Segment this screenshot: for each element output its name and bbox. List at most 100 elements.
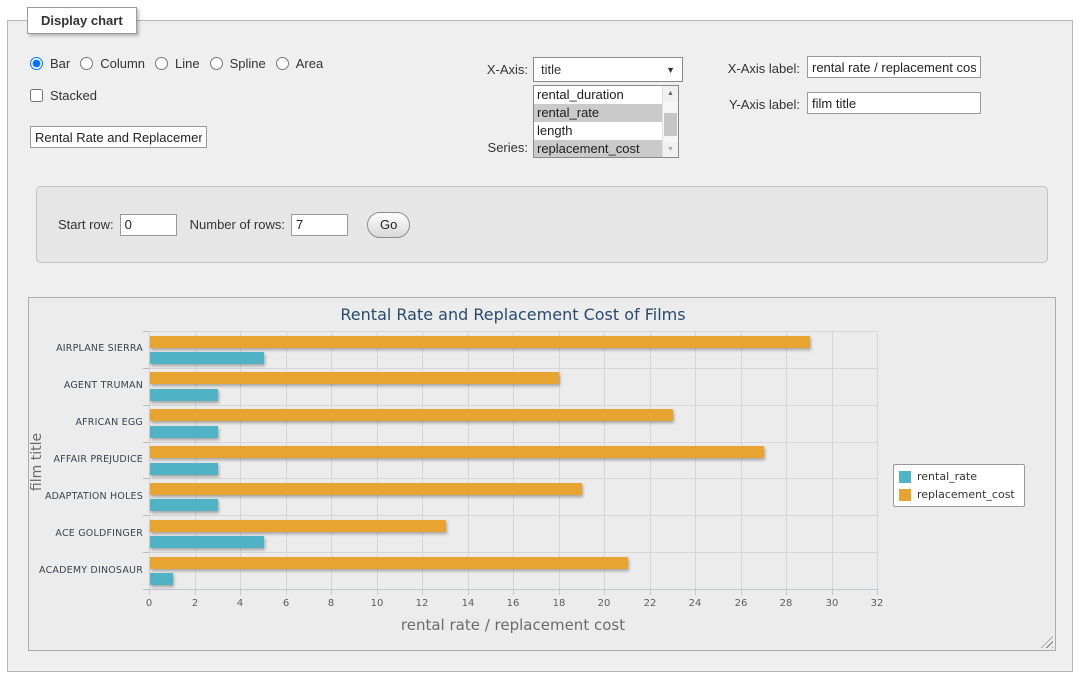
chart-type-label-bar: Bar (50, 56, 70, 71)
x-axis-title: rental rate / replacement cost (149, 616, 877, 634)
gridline-vertical (331, 331, 332, 589)
x-axis-select-label: X-Axis: (440, 62, 528, 77)
gridline-vertical (195, 331, 196, 589)
x-tick-label: 28 (768, 598, 804, 609)
x-tick-label: 20 (586, 598, 622, 609)
x-axis-label-input[interactable] (807, 56, 981, 78)
x-axis-select[interactable]: title ▼ (533, 57, 683, 82)
chart-title-input[interactable] (30, 126, 207, 148)
series-scrollbar[interactable]: ▲ ▼ (662, 86, 678, 157)
gridline-horizontal (149, 331, 877, 332)
gridline-vertical (786, 331, 787, 589)
x-tick-mark (513, 590, 514, 595)
x-tick-mark (286, 590, 287, 595)
chart-type-option-line: Line (155, 56, 200, 71)
plot-area: 02468101214161820222426283032 (149, 331, 877, 589)
x-tick-mark (877, 590, 878, 595)
x-tick-label: 22 (632, 598, 668, 609)
gridline-horizontal (149, 442, 877, 443)
x-tick-label: 10 (359, 598, 395, 609)
chart-type-radio-area[interactable] (276, 57, 289, 70)
bar-replacement_cost (150, 483, 582, 495)
bar-replacement_cost (150, 446, 764, 458)
scroll-up-icon[interactable]: ▲ (663, 86, 678, 101)
x-tick-mark (149, 590, 150, 595)
chart-legend: rental_rate replacement_cost (893, 464, 1025, 507)
bar-replacement_cost (150, 520, 446, 532)
gridline-vertical (559, 331, 560, 589)
gridline-vertical (149, 331, 150, 589)
bar-rental_rate (150, 389, 218, 401)
scrollbar-thumb[interactable] (664, 113, 677, 136)
series-option-length[interactable]: length (534, 122, 662, 140)
stacked-checkbox[interactable] (30, 89, 43, 102)
x-tick-label: 32 (859, 598, 895, 609)
chart-type-option-area: Area (276, 56, 323, 71)
x-tick-label: 6 (268, 598, 304, 609)
fieldset-legend: Display chart (27, 7, 137, 34)
category-label: AIRPLANE SIERRA (33, 343, 143, 355)
bar-rental_rate (150, 352, 264, 364)
chart-type-radio-spline[interactable] (210, 57, 223, 70)
resize-handle-icon[interactable] (1041, 636, 1053, 648)
series-select-label: Series: (440, 140, 528, 155)
category-label: AFRICAN EGG (33, 417, 143, 429)
start-row-label: Start row: (58, 217, 114, 232)
x-tick-mark (832, 590, 833, 595)
chart-type-option-column: Column (80, 56, 145, 71)
legend-label: rental_rate (917, 470, 977, 483)
bar-rental_rate (150, 426, 218, 438)
series-options: rental_durationrental_ratelengthreplacem… (534, 86, 678, 158)
gridline-vertical (422, 331, 423, 589)
y-axis-label-input[interactable] (807, 92, 981, 114)
scroll-down-icon[interactable]: ▼ (663, 142, 678, 157)
bar-replacement_cost (150, 409, 673, 421)
chart-type-label-spline: Spline (230, 56, 266, 71)
y-tick-mark (143, 405, 149, 406)
chart-type-label-area: Area (296, 56, 323, 71)
x-tick-label: 18 (541, 598, 577, 609)
series-option-replacement_cost[interactable]: replacement_cost (534, 140, 662, 158)
chart-type-radio-line[interactable] (155, 57, 168, 70)
x-axis-selected-value: title (541, 62, 561, 77)
gridline-vertical (513, 331, 514, 589)
bar-rental_rate (150, 499, 218, 511)
y-tick-mark (143, 478, 149, 479)
y-tick-mark (143, 552, 149, 553)
x-tick-mark (604, 590, 605, 595)
y-tick-mark (143, 331, 149, 332)
gridline-horizontal (149, 478, 877, 479)
x-axis-label-label: X-Axis label: (712, 61, 800, 76)
legend-swatch-icon (899, 471, 911, 483)
gridline-vertical (695, 331, 696, 589)
gridline-vertical (240, 331, 241, 589)
stacked-checkbox-row: Stacked (30, 88, 97, 103)
legend-item-replacement_cost[interactable]: replacement_cost (899, 488, 1015, 501)
gridline-vertical (468, 331, 469, 589)
x-tick-mark (377, 590, 378, 595)
series-option-rental_duration[interactable]: rental_duration (534, 86, 662, 104)
x-tick-mark (695, 590, 696, 595)
chart-type-radio-bar[interactable] (30, 57, 43, 70)
chevron-down-icon: ▼ (666, 65, 675, 75)
legend-item-rental_rate[interactable]: rental_rate (899, 470, 1015, 483)
x-tick-label: 30 (814, 598, 850, 609)
num-rows-input[interactable] (291, 214, 348, 236)
series-option-rental_rate[interactable]: rental_rate (534, 104, 662, 122)
x-tick-mark (240, 590, 241, 595)
chart-type-radio-column[interactable] (80, 57, 93, 70)
x-tick-mark (650, 590, 651, 595)
start-row-input[interactable] (120, 214, 177, 236)
x-axis-line (149, 589, 878, 590)
bar-replacement_cost (150, 557, 628, 569)
go-button[interactable]: Go (367, 212, 410, 238)
gridline-vertical (377, 331, 378, 589)
category-label: AFFAIR PREJUDICE (33, 454, 143, 466)
chart-type-label-column: Column (100, 56, 145, 71)
x-tick-label: 8 (313, 598, 349, 609)
series-listbox[interactable]: rental_durationrental_ratelengthreplacem… (533, 85, 679, 158)
category-label: ADAPTATION HOLES (33, 491, 143, 503)
category-label: ACE GOLDFINGER (33, 528, 143, 540)
gridline-horizontal (149, 368, 877, 369)
chart-type-option-bar: Bar (30, 56, 70, 71)
